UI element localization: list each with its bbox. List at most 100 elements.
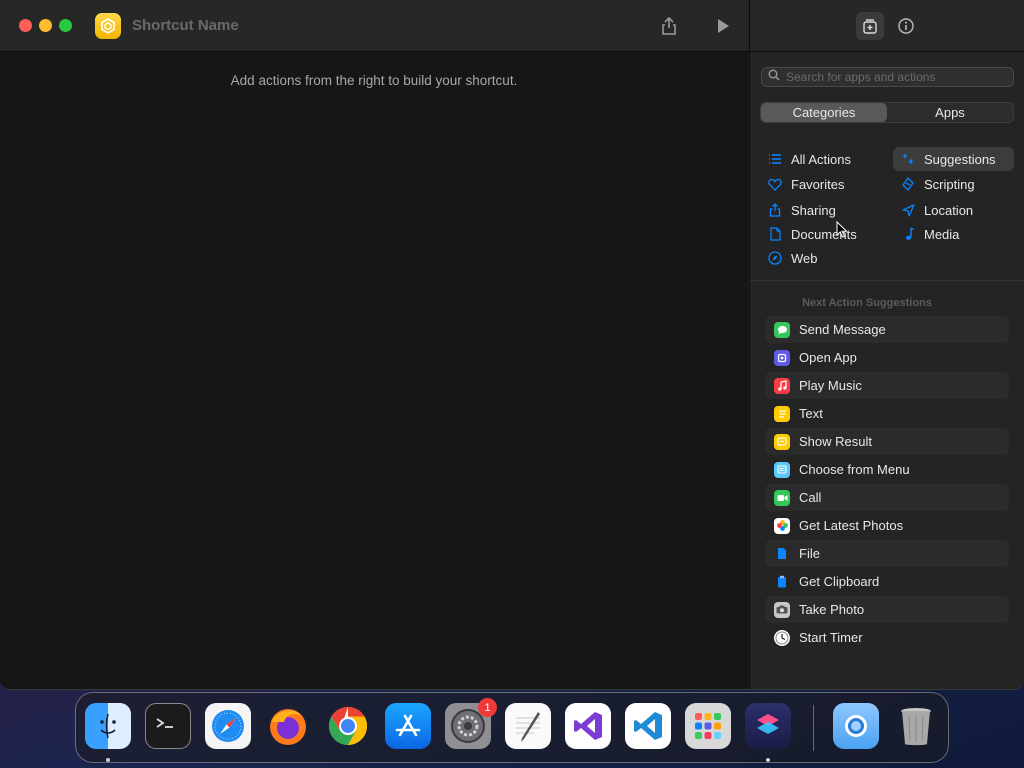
clipboard-icon	[774, 574, 790, 590]
shortcut-editor: Shortcut Name Add actions from the right…	[0, 0, 748, 689]
close-button[interactable]	[19, 19, 32, 32]
category-label: Suggestions	[924, 151, 996, 167]
category-sharing[interactable]: Sharing	[760, 198, 836, 222]
text-icon	[774, 405, 790, 422]
launchpad-icon[interactable]	[685, 703, 731, 749]
category-all-actions[interactable]: All Actions	[760, 147, 851, 171]
suggestion-get-latest-photos[interactable]: Get Latest Photos	[765, 512, 1009, 539]
firefox-icon[interactable]	[265, 703, 311, 749]
document-icon	[768, 227, 782, 241]
category-location[interactable]: Location	[893, 198, 973, 222]
tab-apps[interactable]: Apps	[887, 103, 1013, 122]
shortcut-icon[interactable]	[95, 13, 121, 39]
share-icon	[768, 203, 782, 217]
shortcuts-window: Shortcut Name Add actions from the right…	[0, 0, 1024, 690]
trash-icon[interactable]	[893, 703, 939, 749]
category-label: All Actions	[791, 151, 851, 167]
action-library-icon[interactable]	[856, 12, 884, 40]
category-label: Media	[924, 226, 960, 242]
suggestion-label: Text	[799, 406, 823, 421]
chrome-icon[interactable]	[325, 703, 371, 749]
mouse-pointer-icon	[836, 220, 848, 243]
notification-badge: 1	[478, 698, 497, 717]
music-note-icon	[901, 227, 915, 241]
finder-icon[interactable]	[85, 703, 131, 749]
suggestion-take-photo[interactable]: Take Photo	[765, 596, 1009, 623]
category-label: Scripting	[924, 176, 975, 192]
visual-studio-icon[interactable]	[565, 703, 611, 749]
suggestion-label: Get Clipboard	[799, 574, 880, 589]
run-play-icon[interactable]	[710, 13, 736, 39]
minimize-button[interactable]	[39, 19, 52, 32]
suggestion-label: Show Result	[799, 434, 872, 449]
app-store-icon[interactable]	[385, 703, 431, 749]
suggestion-show-result[interactable]: Show Result	[765, 428, 1009, 455]
search-field[interactable]	[761, 67, 1014, 87]
sparkle-icon	[901, 152, 915, 166]
share-icon[interactable]	[656, 13, 682, 39]
safari-icon[interactable]	[205, 703, 251, 749]
finder-running-indicator	[106, 758, 110, 762]
facetime-icon	[774, 489, 790, 506]
suggestion-text[interactable]: Text	[765, 400, 1009, 427]
info-icon[interactable]	[892, 12, 920, 40]
downloads-folder-icon[interactable]	[833, 703, 879, 749]
sidebar-toolbar	[750, 0, 1024, 52]
suggestion-start-timer[interactable]: Start Timer	[765, 624, 1009, 651]
textedit-icon[interactable]	[505, 703, 551, 749]
action-library-sidebar: Categories Apps All Actions Favorites Sh…	[749, 0, 1024, 689]
compass-icon	[768, 251, 782, 265]
location-arrow-icon	[901, 203, 915, 217]
sidebar-divider	[750, 280, 1024, 281]
search-input[interactable]	[786, 70, 1006, 84]
suggestion-label: Play Music	[799, 378, 862, 393]
suggestion-send-message[interactable]: Send Message	[765, 316, 1009, 343]
menu-icon	[774, 461, 790, 478]
category-label: Web	[791, 250, 818, 266]
dock-separator	[813, 705, 814, 751]
camera-icon	[774, 601, 790, 618]
suggestion-file[interactable]: File	[765, 540, 1009, 567]
music-icon	[774, 377, 790, 394]
shortcuts-icon[interactable]	[745, 703, 791, 749]
category-favorites[interactable]: Favorites	[760, 172, 844, 196]
list-icon	[768, 152, 782, 166]
suggestion-label: Open App	[799, 350, 857, 365]
dock: 1	[75, 692, 949, 763]
suggestion-play-music[interactable]: Play Music	[765, 372, 1009, 399]
title-bar: Shortcut Name	[0, 0, 748, 52]
terminal-icon[interactable]	[145, 703, 191, 749]
suggestion-label: Call	[799, 490, 822, 505]
open-app-icon	[774, 349, 790, 366]
empty-editor-hint: Add actions from the right to build your…	[230, 73, 518, 88]
suggestions-heading: Next Action Suggestions	[802, 297, 932, 309]
system-settings-icon[interactable]: 1	[445, 698, 497, 749]
show-result-icon	[774, 433, 790, 450]
suggestion-choose-from-menu[interactable]: Choose from Menu	[765, 456, 1009, 483]
suggestion-label: Take Photo	[799, 602, 865, 617]
category-web[interactable]: Web	[760, 246, 818, 270]
category-scripting[interactable]: Scripting	[893, 172, 975, 196]
tab-categories[interactable]: Categories	[761, 103, 887, 122]
scripting-icon	[901, 177, 915, 191]
suggestion-get-clipboard[interactable]: Get Clipboard	[765, 568, 1009, 595]
suggestion-label: Get Latest Photos	[799, 518, 904, 533]
photos-icon	[774, 517, 790, 534]
heart-icon	[768, 177, 782, 191]
vscode-icon[interactable]	[625, 703, 671, 749]
suggestion-open-app[interactable]: Open App	[765, 344, 1009, 371]
category-label: Location	[924, 202, 974, 218]
shortcut-name-field[interactable]: Shortcut Name	[132, 17, 239, 34]
suggestion-label: File	[799, 546, 820, 561]
suggestion-label: Start Timer	[799, 630, 863, 645]
search-icon	[768, 68, 780, 86]
maximize-button[interactable]	[59, 19, 72, 32]
suggestion-label: Choose from Menu	[799, 462, 910, 477]
suggestion-label: Send Message	[799, 322, 886, 337]
clock-icon	[774, 629, 790, 646]
category-suggestions[interactable]: Suggestions	[893, 147, 1014, 171]
category-media[interactable]: Media	[893, 222, 959, 246]
file-icon	[774, 546, 790, 562]
suggestion-call[interactable]: Call	[765, 484, 1009, 511]
messages-icon	[774, 321, 790, 338]
